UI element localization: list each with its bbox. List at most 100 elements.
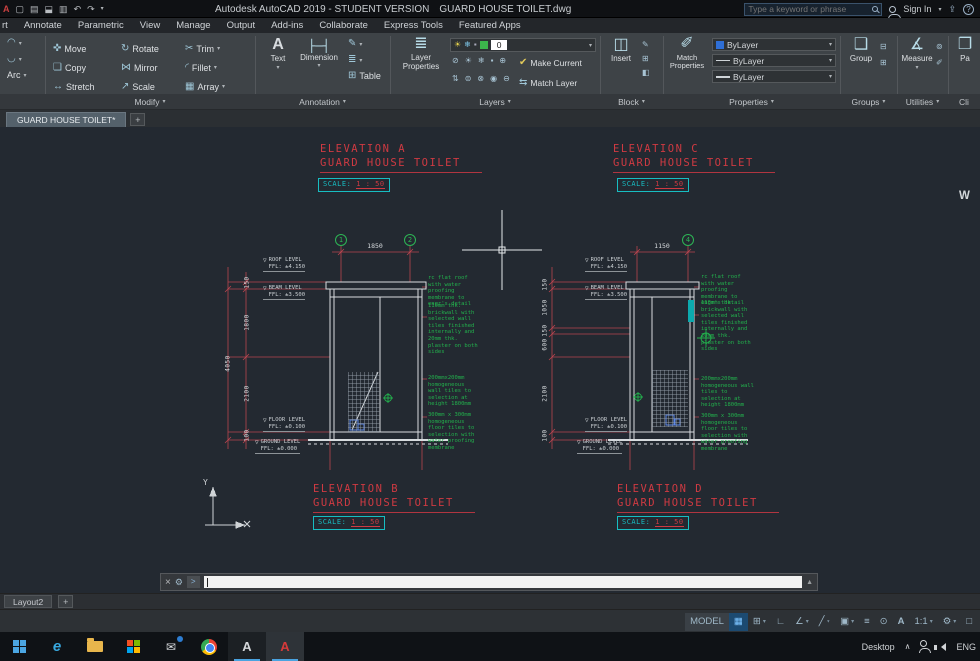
clipboard-panel-label[interactable]: Cli xyxy=(948,95,980,108)
utilities-panel-label[interactable]: Utilities ▾ xyxy=(897,95,948,108)
edit-attribute-icon[interactable]: ✎ xyxy=(642,41,650,49)
layer-tool-icon[interactable]: ☀ xyxy=(465,57,472,65)
volume-icon[interactable] xyxy=(934,642,947,651)
id-point-icon[interactable]: ⊚ xyxy=(936,43,943,51)
workspace-switching-button[interactable]: ⚙ ▾ xyxy=(938,613,962,631)
layer-tool-icon[interactable]: ⊕ xyxy=(499,57,506,65)
draw-tool-button[interactable]: ◡ ▾ xyxy=(4,53,30,65)
open-file-icon[interactable]: ▤ xyxy=(27,0,42,18)
rotate-button[interactable]: ↻ Rotate xyxy=(118,39,182,58)
layer-tool-icon[interactable]: ⇅ xyxy=(452,75,459,83)
layer-tool-icon[interactable]: ⊗ xyxy=(477,75,484,83)
measure-button[interactable]: ∡ Measure ▾ xyxy=(899,36,935,71)
copy-button[interactable]: ❏ Copy xyxy=(50,58,118,77)
polar-tracking-toggle[interactable]: ∠ ▾ xyxy=(790,613,814,631)
move-button[interactable]: ✜ Move xyxy=(50,39,118,58)
dimension-button[interactable]: ├─┤ Dimension ▾ xyxy=(296,37,342,70)
linetype-dropdown[interactable]: ByLayer ▾ xyxy=(712,54,836,67)
recent-commands-icon[interactable]: ▲ xyxy=(806,579,813,586)
language-indicator[interactable]: ENG xyxy=(956,642,976,652)
file-tab-active[interactable]: GUARD HOUSE TOILET* xyxy=(6,112,127,127)
table-button[interactable]: ⊞ Table xyxy=(345,70,384,82)
paste-button[interactable]: ❐ Pa xyxy=(952,36,978,64)
save-icon[interactable]: ⬓ xyxy=(42,0,57,18)
redo-icon[interactable]: ↷ xyxy=(84,0,98,18)
ribbon-tab-featured-apps[interactable]: Featured Apps xyxy=(459,20,521,31)
app-menu-icon[interactable]: A xyxy=(0,0,13,18)
search-input[interactable] xyxy=(748,4,870,14)
mirror-button[interactable]: ⋈ Mirror xyxy=(118,58,182,77)
new-file-icon[interactable]: ▢ xyxy=(13,0,28,18)
ribbon-tab-partial[interactable]: rt xyxy=(2,20,8,31)
share-icon[interactable]: ⇪ xyxy=(948,4,956,15)
command-line[interactable]: × ⚙ > ▲ xyxy=(160,573,818,591)
print-icon[interactable]: ▥ xyxy=(56,0,71,18)
block-editor-icon[interactable]: ◧ xyxy=(642,69,650,77)
ribbon-tab-output[interactable]: Output xyxy=(227,20,256,31)
properties-panel-label[interactable]: Properties ▾ xyxy=(663,95,840,108)
layout2-tab[interactable]: Layout2 xyxy=(4,595,53,608)
taskbar-store-button[interactable] xyxy=(114,632,152,661)
ribbon-tab-annotate[interactable]: Annotate xyxy=(24,20,62,31)
text-style-button[interactable]: ≣ ▾ xyxy=(345,54,384,66)
layer-tool-icon[interactable]: ⊖ xyxy=(503,75,510,83)
taskbar-autocad-active-button[interactable]: A xyxy=(266,632,304,661)
groups-panel-label[interactable]: Groups ▾ xyxy=(840,95,897,108)
ribbon-tab-collaborate[interactable]: Collaborate xyxy=(319,20,368,31)
taskbar-mail-button[interactable]: ✉ xyxy=(152,632,190,661)
group-button[interactable]: ❑ Group xyxy=(844,36,878,64)
selection-cycling-toggle[interactable]: ⊙ xyxy=(875,613,893,631)
ribbon-tab-parametric[interactable]: Parametric xyxy=(78,20,124,31)
object-snap-toggle[interactable]: ▣ ▾ xyxy=(835,613,859,631)
ribbon-tab-manage[interactable]: Manage xyxy=(176,20,210,31)
modify-panel-label[interactable]: Modify ▾ xyxy=(45,95,255,108)
quick-select-icon[interactable]: ✐ xyxy=(936,59,943,67)
make-current-button[interactable]: ✔ Make Current xyxy=(516,57,585,69)
search-icon[interactable] xyxy=(872,6,879,12)
ribbon-tab-express-tools[interactable]: Express Tools xyxy=(384,20,443,31)
close-icon[interactable]: × xyxy=(165,577,171,588)
fillet-button[interactable]: ◜ Fillet ▾ xyxy=(182,58,254,77)
ortho-toggle[interactable]: ∟ xyxy=(771,613,790,631)
taskbar-autocad-button[interactable]: A xyxy=(228,632,266,661)
desktop-label[interactable]: Desktop xyxy=(862,642,895,652)
ribbon-tab-view[interactable]: View xyxy=(140,20,160,31)
annotation-panel-label[interactable]: Annotation ▾ xyxy=(255,95,390,108)
quick-access-chevron-icon[interactable]: ▾ xyxy=(98,0,107,18)
clean-screen-button[interactable]: □ xyxy=(961,613,977,631)
block-panel-label[interactable]: Block ▾ xyxy=(600,95,663,108)
taskbar-chrome-button[interactable] xyxy=(190,632,228,661)
ungroup-icon[interactable]: ⊟ xyxy=(880,43,887,51)
layer-properties-button[interactable]: ≣ Layer Properties xyxy=(396,35,446,71)
start-button[interactable] xyxy=(0,632,38,661)
taskbar-explorer-button[interactable] xyxy=(76,632,114,661)
undo-icon[interactable]: ↶ xyxy=(71,0,85,18)
layer-tool-icon[interactable]: ⊘ xyxy=(452,57,459,65)
arc-button[interactable]: Arc ▾ xyxy=(4,69,30,81)
color-dropdown[interactable]: ByLayer ▾ xyxy=(712,38,836,51)
new-drawing-tab-button[interactable]: + xyxy=(130,113,146,126)
layer-tool-icon[interactable]: ❄ xyxy=(478,57,485,65)
snap-mode-toggle[interactable]: ⊞ ▾ xyxy=(748,613,771,631)
match-layer-button[interactable]: ⇆ Match Layer xyxy=(516,77,580,89)
annotation-scale-button[interactable]: 1:1 ▾ xyxy=(909,613,937,631)
command-input[interactable] xyxy=(203,576,803,588)
drawing-canvas[interactable]: ELEVATION A GUARD HOUSE TOILET ELEVATION… xyxy=(0,127,980,593)
leader-button[interactable]: ✎ ▾ xyxy=(345,38,384,50)
sign-in-chevron-icon[interactable]: ▾ xyxy=(938,6,941,13)
sign-in-button[interactable]: Sign In xyxy=(903,4,931,14)
annotation-visibility-toggle[interactable]: A xyxy=(893,613,910,631)
create-block-icon[interactable]: ⊞ xyxy=(642,55,650,63)
new-layout-button[interactable]: + xyxy=(58,595,74,608)
trim-button[interactable]: ✂ Trim ▾ xyxy=(182,39,254,58)
layer-dropdown[interactable]: ☀ ❄ ▪ 0 ▾ xyxy=(450,38,596,52)
viewcube-west-label[interactable]: W xyxy=(959,190,970,202)
layer-tool-icon[interactable]: ⊜ xyxy=(465,75,472,83)
taskbar-edge-button[interactable]: e xyxy=(38,632,76,661)
model-space-button[interactable]: MODEL xyxy=(685,612,729,631)
people-icon[interactable] xyxy=(919,640,932,653)
draw-tool-button[interactable]: ◠ ▾ xyxy=(4,37,30,49)
customize-icon[interactable]: ⚙ xyxy=(175,577,183,588)
layer-tool-icon[interactable]: ▪ xyxy=(491,57,494,65)
ribbon-tab-addins[interactable]: Add-ins xyxy=(271,20,303,31)
